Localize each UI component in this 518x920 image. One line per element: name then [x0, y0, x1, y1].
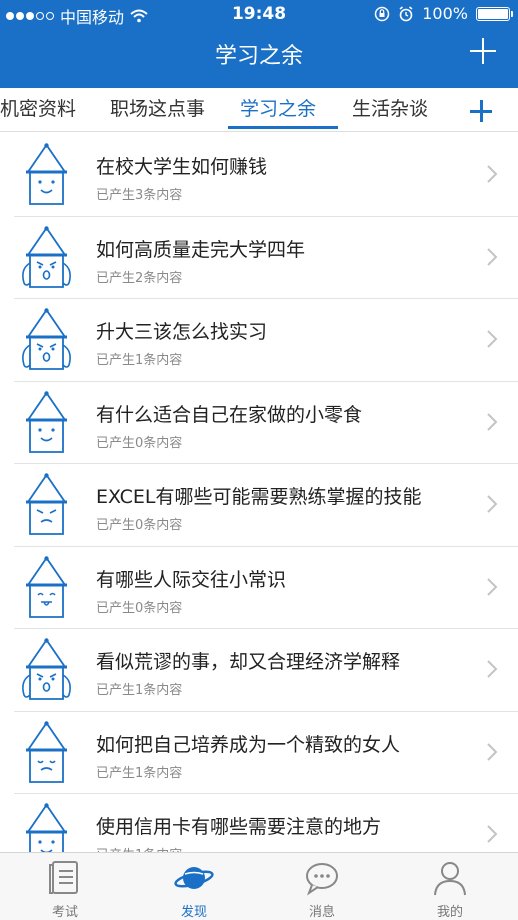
topic-count: 已产生1条内容	[96, 844, 182, 852]
topic-title: 在校大学生如何赚钱	[96, 156, 268, 178]
topic-count: 已产生0条内容	[96, 600, 183, 616]
rotation-lock-icon	[375, 6, 390, 21]
battery-percent: 100%	[422, 4, 468, 23]
topic-row[interactable]: 看似荒谬的事，却又合理经济学解释已产生1条内容	[14, 629, 518, 712]
chevron-right-icon	[487, 495, 498, 513]
tabbar-profile[interactable]: 我的	[410, 853, 490, 920]
topic-avatar-icon	[22, 308, 71, 370]
chevron-right-icon	[487, 742, 498, 761]
topic-avatar-icon	[26, 143, 67, 205]
tab-study-leisure[interactable]: 学习之余	[240, 94, 316, 121]
topic-avatar-icon	[26, 555, 67, 618]
topic-row[interactable]: 升大三该怎么找实习已产生1条内容	[14, 299, 518, 382]
topic-title: 如何高质量走完大学四年	[96, 238, 306, 261]
topic-title: 升大三该怎么找实习	[96, 321, 268, 343]
tabbar-profile-label: 我的	[436, 905, 463, 920]
page-title: 学习之余	[214, 44, 303, 69]
battery-icon	[476, 6, 513, 21]
category-tabs: 机密资料 职场这点事 学习之余 生活杂谈	[0, 88, 518, 132]
topic-row[interactable]: 有什么适合自己在家做的小零食已产生0条内容	[14, 382, 518, 464]
topic-count: 已产生1条内容	[96, 353, 183, 368]
tabbar-exam[interactable]: 考试	[25, 853, 105, 920]
bottom-tab-bar: 考试 发现 消息 我的	[0, 852, 518, 920]
topic-count: 已产生2条内容	[96, 270, 183, 286]
chevron-right-icon	[487, 412, 498, 431]
add-category-button[interactable]	[470, 100, 492, 122]
alarm-icon	[399, 5, 413, 21]
add-topic-button[interactable]	[470, 38, 496, 64]
topic-count: 已产生1条内容	[96, 765, 183, 781]
topic-title: EXCEL有哪些可能需要熟练掌握的技能	[96, 486, 422, 508]
message-icon	[306, 863, 338, 896]
chevron-right-icon	[487, 660, 498, 678]
topic-count: 已产生3条内容	[96, 188, 183, 203]
planet-icon	[174, 867, 214, 889]
topic-avatar-icon	[22, 638, 71, 700]
topic-count: 已产生0条内容	[96, 435, 183, 451]
topic-count: 已产生1条内容	[96, 683, 183, 698]
chevron-right-icon	[487, 247, 498, 266]
topic-title: 如何把自己培养成为一个精致的女人	[96, 733, 401, 756]
topic-avatar-icon	[26, 473, 67, 535]
active-tab-indicator	[228, 126, 338, 129]
topic-count: 已产生0条内容	[96, 518, 183, 533]
topic-title: 使用信用卡有哪些需要注意的地方	[96, 816, 382, 838]
tab-workplace[interactable]: 职场这点事	[110, 94, 205, 121]
topic-row[interactable]: 有哪些人际交往小常识已产生0条内容	[14, 547, 518, 629]
status-right: 100%	[374, 4, 513, 23]
tabbar-messages[interactable]: 消息	[282, 853, 362, 920]
topic-avatar-icon	[26, 390, 67, 453]
topic-list: 在校大学生如何赚钱已产生3条内容如何高质量走完大学四年已产生2条内容升大三该怎么…	[0, 134, 518, 852]
chevron-right-icon	[487, 165, 498, 183]
tab-life-chat[interactable]: 生活杂谈	[352, 94, 428, 121]
chevron-right-icon	[487, 577, 498, 596]
tabbar-discover[interactable]: 发现	[154, 853, 234, 920]
chevron-right-icon	[487, 330, 498, 348]
topic-row[interactable]: 使用信用卡有哪些需要注意的地方已产生1条内容	[14, 794, 518, 852]
top-bar: 中国移动 19:48 100% 学习之余	[0, 0, 518, 88]
topic-avatar-icon	[26, 803, 67, 852]
topic-avatar-icon	[22, 225, 71, 288]
profile-icon	[434, 862, 466, 896]
topic-row[interactable]: 如何把自己培养成为一个精致的女人已产生1条内容	[14, 712, 518, 794]
tabbar-exam-label: 考试	[51, 905, 78, 920]
topic-row[interactable]: EXCEL有哪些可能需要熟练掌握的技能已产生0条内容	[14, 464, 518, 547]
tabbar-discover-label: 发现	[180, 905, 207, 920]
status-bar: 中国移动 19:48 100%	[0, 0, 518, 28]
topic-avatar-icon	[26, 720, 67, 783]
tabbar-messages-label: 消息	[308, 905, 335, 920]
topic-row[interactable]: 如何高质量走完大学四年已产生2条内容	[14, 217, 518, 299]
topic-title: 有哪些人际交往小常识	[96, 568, 287, 591]
topic-title: 有什么适合自己在家做的小零食	[96, 403, 363, 426]
tab-confidential[interactable]: 机密资料	[0, 94, 76, 121]
topic-row[interactable]: 在校大学生如何赚钱已产生3条内容	[14, 134, 518, 217]
chevron-right-icon	[487, 825, 498, 843]
exam-icon	[49, 861, 78, 894]
topic-title: 看似荒谬的事，却又合理经济学解释	[96, 651, 401, 673]
